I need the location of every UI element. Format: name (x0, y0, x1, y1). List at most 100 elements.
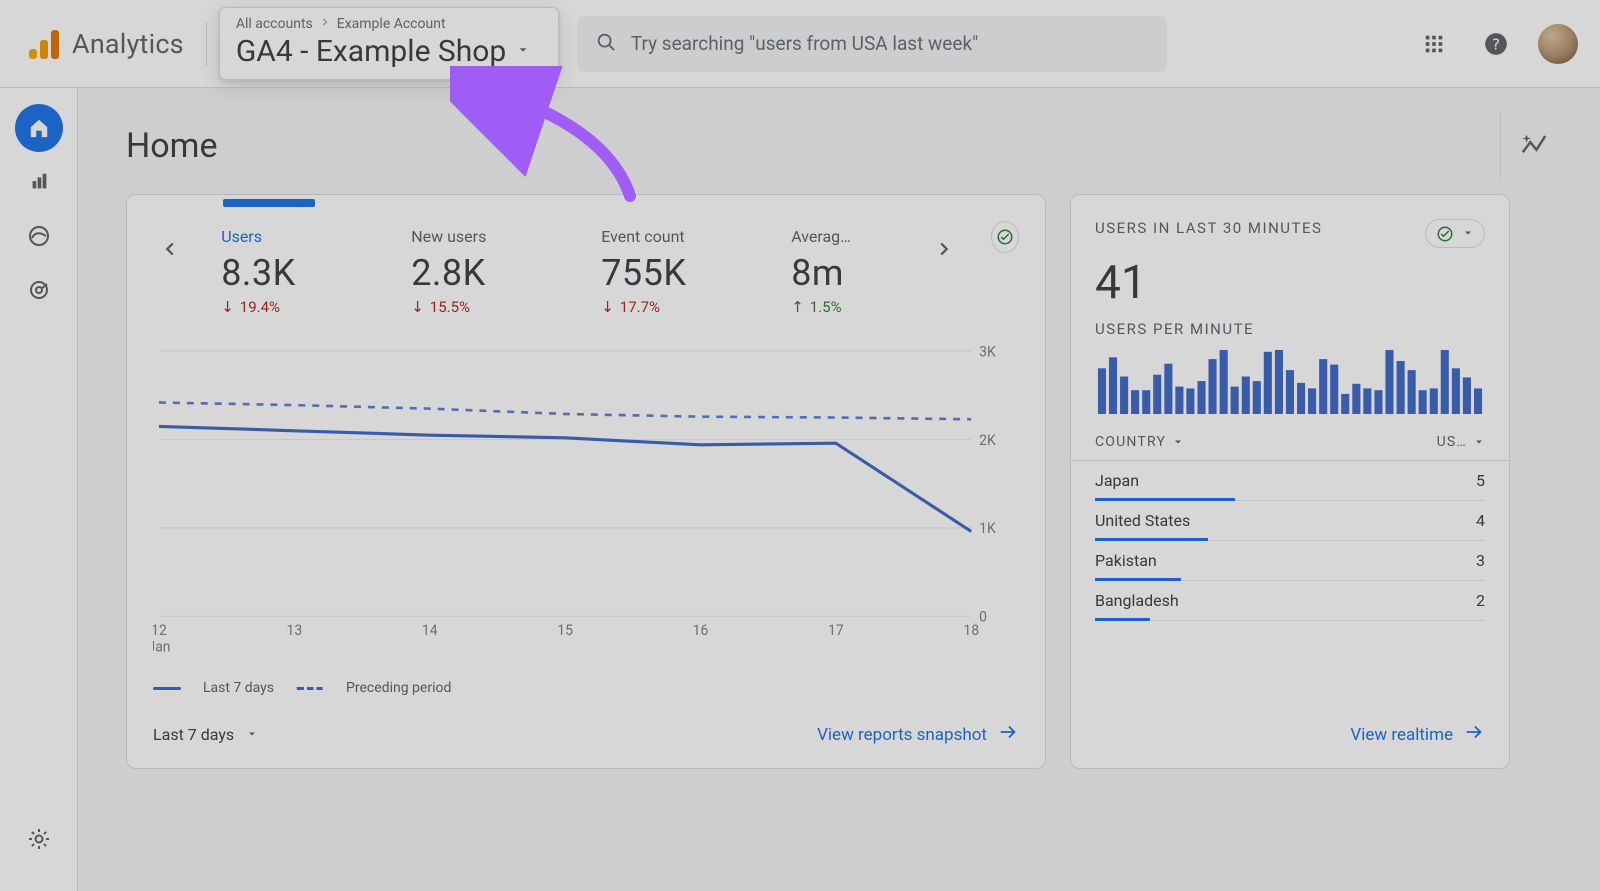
arrow-right-icon (997, 721, 1019, 748)
realtime-menu[interactable] (1425, 219, 1485, 248)
metric-carousel: Users 8.3K ↓ 19.4% New users 2.8K ↓ 15.5… (127, 195, 1045, 330)
country-name: Bangladesh (1095, 591, 1179, 610)
svg-text:1K: 1K (979, 521, 996, 537)
country-table-headers: COUNTRY US… (1071, 424, 1509, 461)
realtime-value: 41 (1095, 256, 1509, 310)
left-nav (0, 88, 78, 891)
chevron-left-icon[interactable] (153, 221, 187, 277)
nav-settings[interactable] (15, 815, 63, 863)
nav-reports[interactable] (15, 158, 63, 206)
caret-down-icon (246, 725, 258, 744)
breadcrumb-root: All accounts (236, 16, 313, 32)
country-table: Japan 5 United States 4 Pakistan 3 Bangladesh 2 (1071, 461, 1509, 621)
view-realtime-link[interactable]: View realtime (1350, 721, 1485, 748)
metric-label: Event count (601, 227, 747, 246)
arrow-down-icon: ↓ (601, 298, 614, 316)
chevron-right-icon (319, 16, 331, 32)
help-icon[interactable]: ? (1476, 24, 1516, 64)
active-tab-indicator (223, 199, 315, 207)
svg-text:2K: 2K (979, 433, 996, 449)
arrow-down-icon: ↓ (411, 298, 424, 316)
metric-avg-engagement[interactable]: Averag… 8m ↑ 1.5% (787, 221, 897, 324)
per-minute-bars (1095, 344, 1485, 414)
metric-value: 8.3K (221, 252, 367, 294)
insights-icon[interactable] (1500, 114, 1566, 178)
country-count: 3 (1476, 551, 1485, 570)
separator (206, 22, 207, 66)
realtime-title: USERS IN LAST 30 MINUTES (1095, 219, 1322, 237)
realtime-card: USERS IN LAST 30 MINUTES 41 USERS PER MI… (1070, 194, 1510, 769)
nav-explore[interactable] (15, 212, 63, 260)
arrow-right-icon (1463, 721, 1485, 748)
legend-swatch-current (153, 687, 181, 690)
search-icon (595, 31, 617, 57)
svg-text:?: ? (1492, 35, 1500, 53)
chart-legend: Last 7 days Preceding period (153, 680, 451, 696)
date-range-picker[interactable]: Last 7 days (153, 725, 258, 744)
overview-card: Users 8.3K ↓ 19.4% New users 2.8K ↓ 15.5… (126, 194, 1046, 769)
header-users[interactable]: US… (1437, 434, 1485, 450)
metric-event-count[interactable]: Event count 755K ↓ 17.7% (597, 221, 757, 324)
line-chart: 01K2K3K12Jan131415161718 (153, 345, 1019, 658)
metric-label: Averag… (791, 227, 887, 246)
caret-down-icon (516, 42, 530, 61)
search-input[interactable]: Try searching "users from USA last week" (577, 16, 1167, 72)
nav-advertising[interactable] (15, 266, 63, 314)
metric-label: Users (221, 227, 367, 246)
ga-logo-icon (22, 24, 62, 64)
apps-icon[interactable] (1414, 24, 1454, 64)
breadcrumb: All accounts Example Account (236, 16, 532, 32)
metric-users[interactable]: Users 8.3K ↓ 19.4% (217, 221, 377, 324)
legend-current-label: Last 7 days (203, 680, 274, 696)
svg-text:Jan: Jan (153, 639, 170, 655)
brand-title: Analytics (72, 28, 184, 60)
country-count: 4 (1476, 511, 1485, 530)
brand: Analytics (12, 18, 194, 70)
chevron-right-icon[interactable] (927, 221, 961, 277)
country-count: 5 (1476, 471, 1485, 490)
view-reports-snapshot-link[interactable]: View reports snapshot (817, 721, 1019, 748)
date-range-label: Last 7 days (153, 725, 234, 744)
topbar-right: ? (1414, 24, 1578, 64)
realtime-footer: View realtime (1095, 721, 1485, 748)
svg-text:12: 12 (153, 623, 167, 639)
avatar[interactable] (1538, 24, 1578, 64)
header-country[interactable]: COUNTRY (1095, 434, 1184, 450)
metric-new-users[interactable]: New users 2.8K ↓ 15.5% (407, 221, 567, 324)
metric-delta: ↓ 17.7% (601, 298, 747, 316)
svg-text:17: 17 (828, 623, 844, 639)
main: Home Users 8.3K ↓ 19.4% (78, 88, 1600, 891)
overview-footer: Last 7 days View reports snapshot (153, 721, 1019, 748)
account-picker[interactable]: All accounts Example Account GA4 - Examp… (219, 7, 559, 80)
row-bar (1095, 618, 1150, 621)
country-count: 2 (1476, 591, 1485, 610)
page-title: Home (126, 126, 218, 166)
table-row: Bangladesh 2 (1095, 581, 1485, 621)
check-icon[interactable] (991, 221, 1019, 253)
svg-text:18: 18 (963, 623, 979, 639)
table-row: Japan 5 (1095, 461, 1485, 501)
svg-text:15: 15 (557, 623, 573, 639)
top-bar: Analytics All accounts Example Account G… (0, 0, 1600, 88)
legend-swatch-previous (296, 687, 324, 690)
realtime-sub: USERS PER MINUTE (1095, 320, 1509, 338)
metric-delta: ↓ 15.5% (411, 298, 557, 316)
country-name: Pakistan (1095, 551, 1157, 570)
metric-label: New users (411, 227, 557, 246)
svg-text:3K: 3K (979, 345, 996, 361)
caret-down-icon (1462, 224, 1474, 243)
svg-text:16: 16 (693, 623, 709, 639)
country-name: United States (1095, 511, 1190, 530)
svg-text:0: 0 (979, 609, 987, 625)
metric-delta: ↑ 1.5% (791, 298, 887, 316)
arrow-down-icon: ↓ (221, 298, 234, 316)
property-title: GA4 - Example Shop (236, 34, 506, 69)
breadcrumb-account: Example Account (337, 16, 446, 32)
nav-home[interactable] (15, 104, 63, 152)
country-name: Japan (1095, 471, 1139, 490)
metric-value: 755K (601, 252, 747, 294)
legend-previous-label: Preceding period (346, 680, 451, 696)
page-header: Home (126, 114, 1566, 178)
table-row: Pakistan 3 (1095, 541, 1485, 581)
metric-delta: ↓ 19.4% (221, 298, 367, 316)
